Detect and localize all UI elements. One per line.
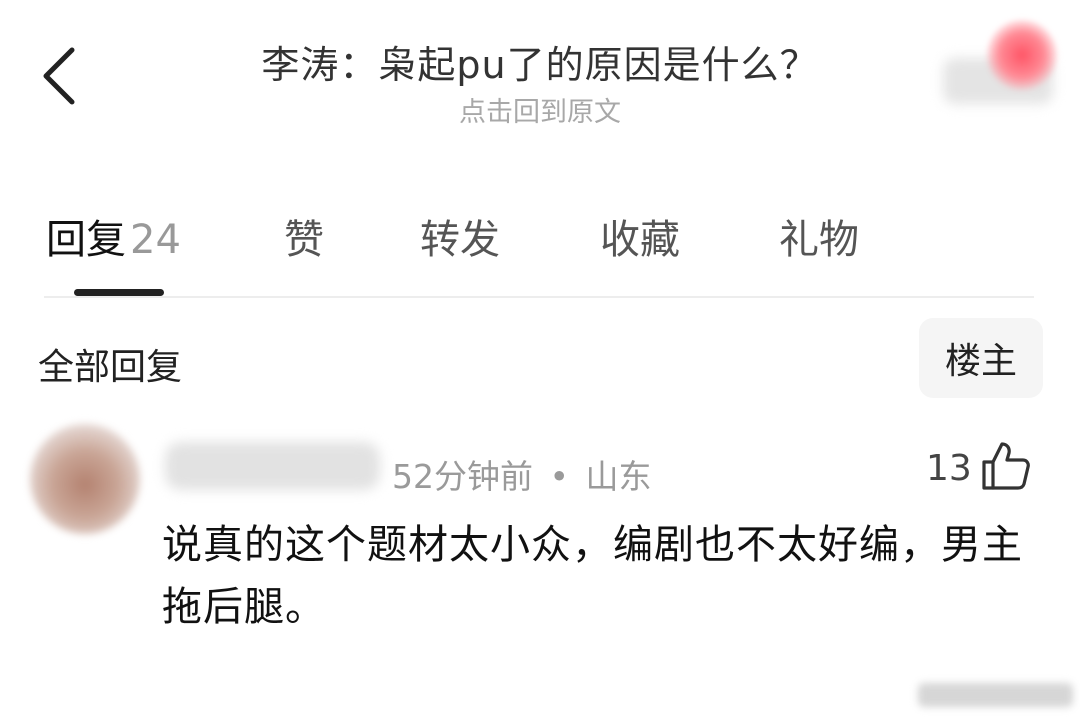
commenter-name[interactable] — [165, 442, 380, 490]
top-bar: 李涛：枭起pu了的原因是什么？ 点击回到原文 — [0, 0, 1080, 150]
commenter-avatar[interactable] — [30, 424, 140, 534]
tab-replies-label: 回复 — [46, 217, 126, 263]
tab-gifts[interactable]: 礼物 — [779, 207, 859, 265]
tab-divider — [44, 296, 1034, 298]
author-avatar[interactable] — [935, 10, 1065, 110]
thumbs-up-icon — [982, 442, 1030, 490]
comment-location: 山东 — [585, 457, 652, 496]
like-button[interactable] — [980, 440, 1032, 492]
tab-favorites[interactable]: 收藏 — [600, 207, 680, 265]
like-count: 13 — [926, 448, 972, 489]
active-tab-indicator — [74, 289, 164, 296]
tab-likes[interactable]: 赞 — [284, 207, 324, 265]
tab-replies-count: 24 — [130, 217, 181, 263]
comment-meta: 52分钟前 • 山东 — [392, 450, 651, 498]
post-title: 李涛：枭起pu了的原因是什么？ — [261, 43, 819, 87]
meta-separator: • — [549, 457, 569, 496]
tab-replies[interactable]: 回复 24 — [46, 207, 181, 265]
back-to-original-link[interactable]: 点击回到原文 — [0, 90, 1080, 129]
comment-item: 52分钟前 • 山东 13 说真的这个题材太小众，编剧也不太好编，男主拖后腿。 — [0, 420, 1080, 680]
comment-body: 说真的这个题材太小众，编剧也不太好编，男主拖后腿。 — [162, 522, 1023, 630]
op-only-filter-button[interactable]: 楼主 — [919, 318, 1043, 398]
comment-time: 52分钟前 — [392, 457, 533, 496]
tab-reposts[interactable]: 转发 — [420, 207, 500, 265]
tab-bar: 回复 24 赞 转发 收藏 礼物 — [0, 195, 1080, 305]
all-replies-heading: 全部回复 — [38, 347, 183, 388]
watermark — [918, 683, 1073, 707]
